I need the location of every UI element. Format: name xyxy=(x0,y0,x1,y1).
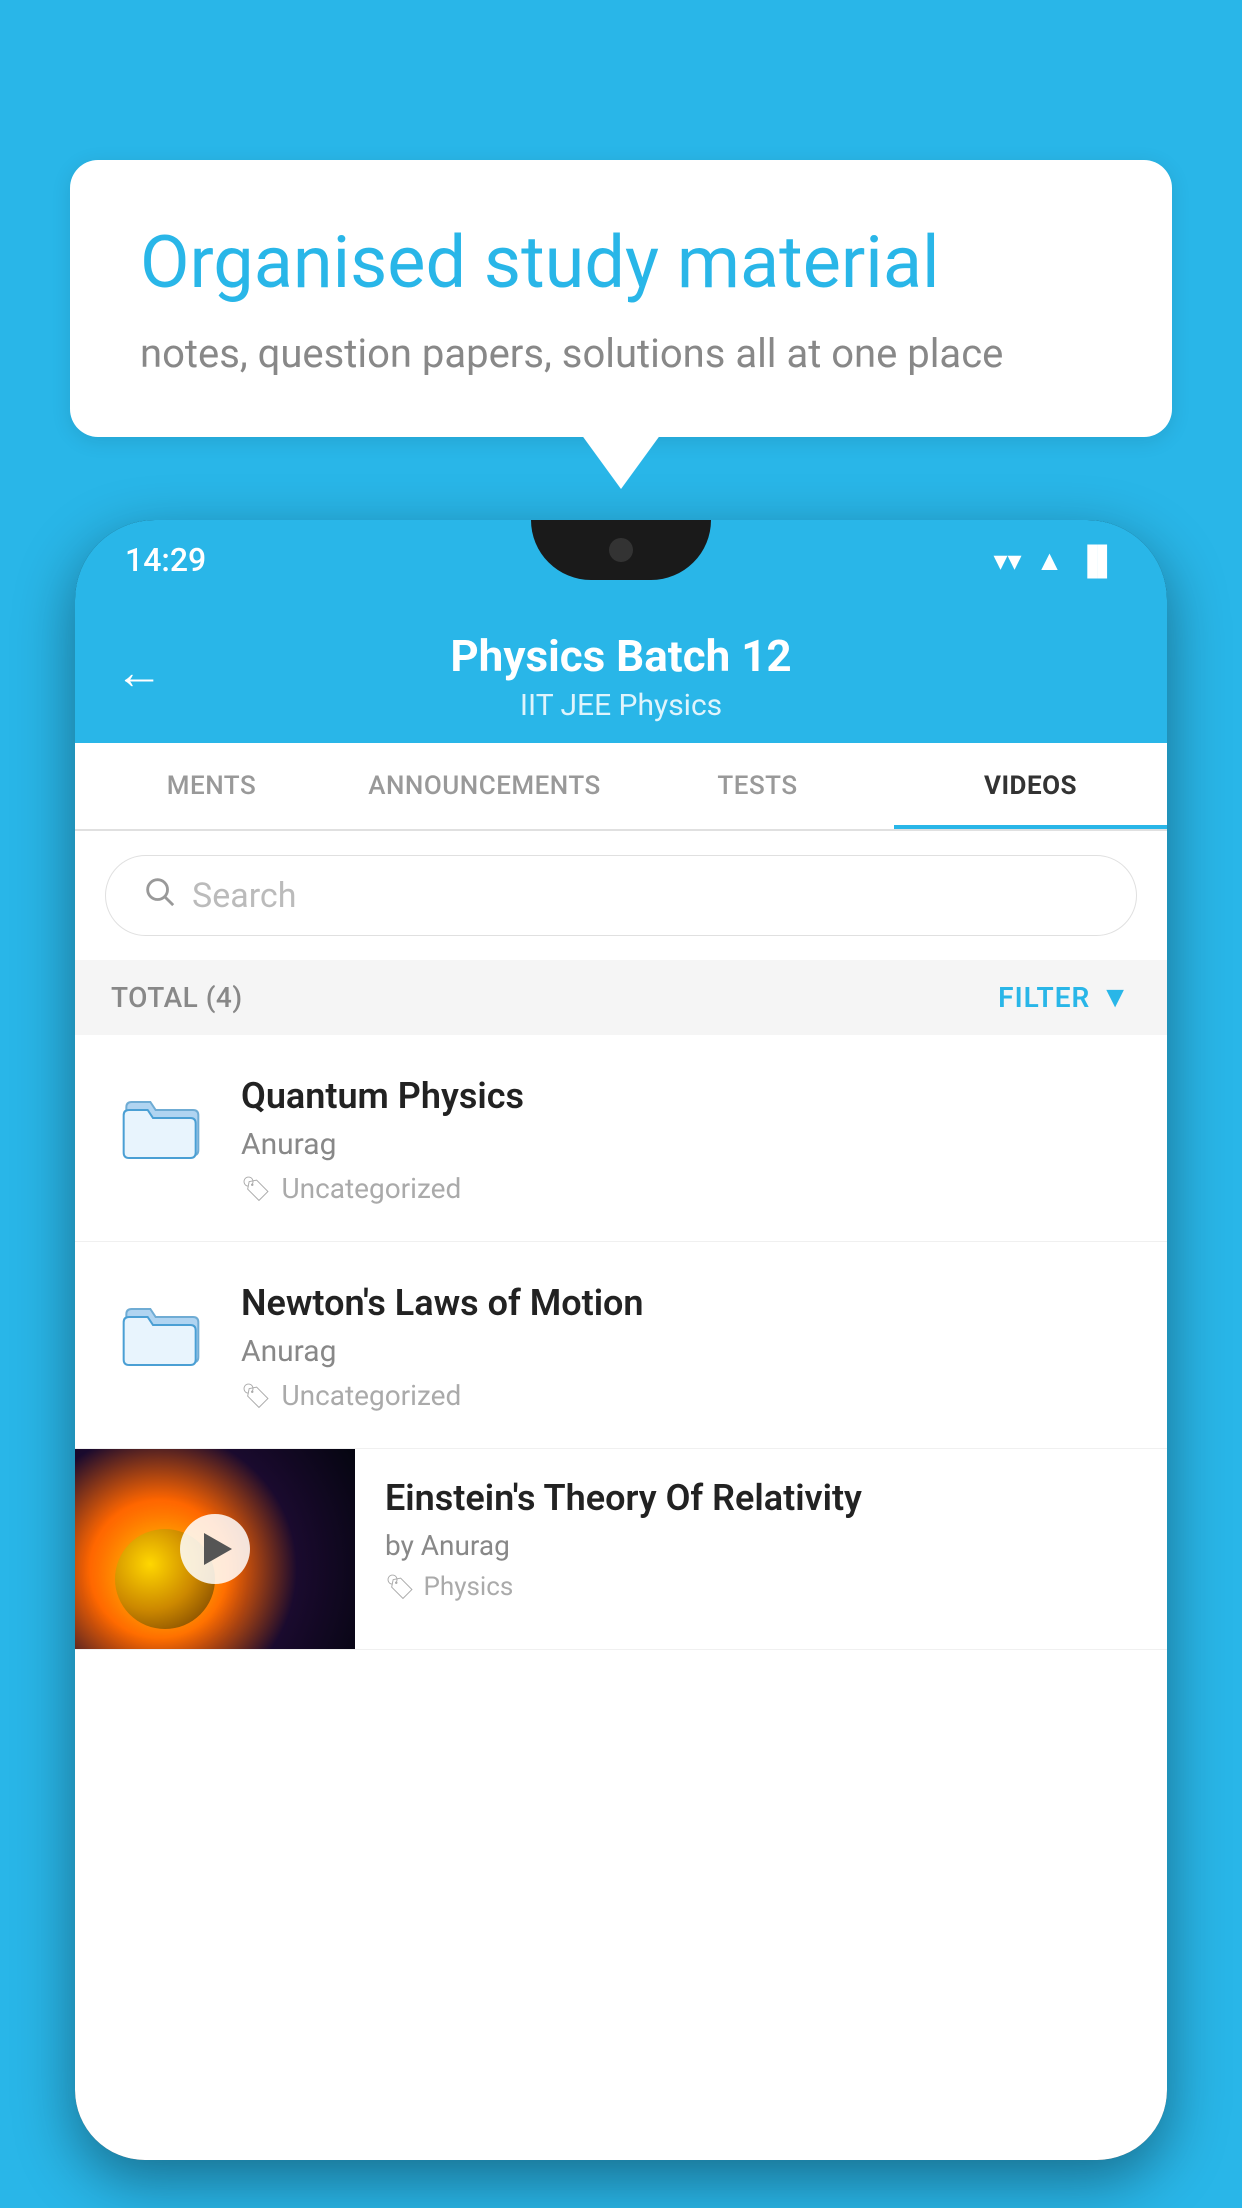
tab-tests[interactable]: TESTS xyxy=(621,743,894,829)
video-author: Anurag xyxy=(241,1334,1131,1369)
folder-icon xyxy=(111,1278,211,1388)
speech-bubble: Organised study material notes, question… xyxy=(70,160,1172,437)
phone-wrapper: 14:29 ▾▾ ▲ ▐▌ ← Physics Batch 12 IIT JEE… xyxy=(75,520,1167,2208)
tab-ments[interactable]: MENTS xyxy=(75,743,348,829)
video-title: Newton's Laws of Motion xyxy=(241,1282,1131,1324)
signal-icon: ▲ xyxy=(1036,544,1064,577)
tag-icon: 🏷 xyxy=(241,1175,271,1203)
video-title: Einstein's Theory Of Relativity xyxy=(385,1477,1137,1519)
video-info: Quantum Physics Anurag 🏷 Uncategorized xyxy=(241,1071,1131,1205)
status-bar: 14:29 ▾▾ ▲ ▐▌ xyxy=(75,520,1167,600)
app-header: ← Physics Batch 12 IIT JEE Physics xyxy=(75,600,1167,743)
tabs-container: MENTS ANNOUNCEMENTS TESTS VIDEOS xyxy=(75,743,1167,831)
phone-outer: 14:29 ▾▾ ▲ ▐▌ ← Physics Batch 12 IIT JEE… xyxy=(75,520,1167,2160)
tab-announcements[interactable]: ANNOUNCEMENTS xyxy=(348,743,621,829)
filter-button[interactable]: FILTER ▼ xyxy=(998,980,1131,1015)
speech-bubble-title: Organised study material xyxy=(140,220,1102,306)
video-info: Einstein's Theory Of Relativity by Anura… xyxy=(355,1449,1167,1630)
tag-icon: 🏷 xyxy=(241,1382,271,1410)
play-button[interactable] xyxy=(180,1514,250,1584)
video-info: Newton's Laws of Motion Anurag 🏷 Uncateg… xyxy=(241,1278,1131,1412)
filter-icon: ▼ xyxy=(1100,980,1131,1015)
list-item[interactable]: Einstein's Theory Of Relativity by Anura… xyxy=(75,1449,1167,1650)
back-button[interactable]: ← xyxy=(115,643,163,700)
wifi-icon: ▾▾ xyxy=(993,544,1021,577)
video-author: Anurag xyxy=(241,1127,1131,1162)
video-author: by Anurag xyxy=(385,1529,1137,1562)
video-title: Quantum Physics xyxy=(241,1075,1131,1117)
speech-bubble-container: Organised study material notes, question… xyxy=(70,160,1172,437)
speech-bubble-subtitle: notes, question papers, solutions all at… xyxy=(140,330,1102,377)
search-placeholder: Search xyxy=(192,876,296,916)
phone-screen: ← Physics Batch 12 IIT JEE Physics MENTS… xyxy=(75,600,1167,2160)
play-icon xyxy=(204,1533,232,1565)
video-list: Quantum Physics Anurag 🏷 Uncategorized xyxy=(75,1035,1167,1650)
list-item[interactable]: Quantum Physics Anurag 🏷 Uncategorized xyxy=(75,1035,1167,1242)
video-thumbnail xyxy=(75,1449,355,1649)
list-item[interactable]: Newton's Laws of Motion Anurag 🏷 Uncateg… xyxy=(75,1242,1167,1449)
phone-notch xyxy=(531,520,711,580)
folder-icon xyxy=(111,1071,211,1181)
tab-videos[interactable]: VIDEOS xyxy=(894,743,1167,829)
battery-icon: ▐▌ xyxy=(1077,544,1117,577)
search-bar[interactable]: Search xyxy=(105,855,1137,936)
video-tag: 🏷 Uncategorized xyxy=(241,1379,1131,1412)
filter-bar: TOTAL (4) FILTER ▼ xyxy=(75,960,1167,1035)
tag-icon: 🏷 xyxy=(385,1573,415,1601)
video-tag: 🏷 Uncategorized xyxy=(241,1172,1131,1205)
search-icon xyxy=(142,874,176,917)
video-tag: 🏷 Physics xyxy=(385,1572,1137,1602)
filter-label: FILTER xyxy=(998,981,1090,1014)
app-title: Physics Batch 12 xyxy=(115,630,1127,682)
total-label: TOTAL (4) xyxy=(111,981,243,1014)
camera xyxy=(609,538,633,562)
app-subtitle: IIT JEE Physics xyxy=(115,688,1127,723)
status-icons: ▾▾ ▲ ▐▌ xyxy=(993,544,1117,577)
search-container: Search xyxy=(75,831,1167,960)
status-time: 14:29 xyxy=(125,541,206,579)
